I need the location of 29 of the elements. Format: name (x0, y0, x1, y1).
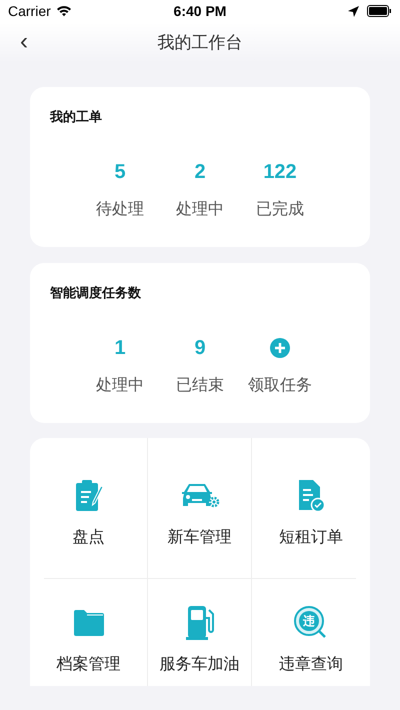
card-title: 我的工单 (50, 108, 103, 126)
document-check-icon (297, 480, 325, 512)
wifi-icon (56, 5, 72, 17)
car-gear-icon (180, 482, 220, 510)
tool-label: 违章查询 (279, 655, 343, 675)
tool-tile[interactable]: 短租订单 (252, 438, 370, 579)
tool-label: 盘点 (72, 528, 104, 548)
tool-label: 短租订单 (279, 528, 343, 548)
carrier-label: Carrier (8, 3, 51, 19)
stat-label: 处理中 (96, 376, 144, 396)
tool-label: 服务车加油 (160, 655, 240, 675)
add-icon[interactable] (270, 338, 290, 358)
clipboard-pen-icon (74, 480, 104, 512)
fuel-pump-icon (186, 606, 214, 640)
location-icon (348, 6, 360, 16)
stat-label: 已结束 (176, 376, 224, 396)
stat-label: 待处理 (96, 200, 144, 220)
stat-label: 领取任务 (248, 376, 312, 396)
tool-label: 新车管理 (168, 528, 232, 548)
tool-tile[interactable]: 违 违章查询 (252, 579, 370, 686)
folder-icon (74, 610, 104, 636)
stat-label: 处理中 (176, 200, 224, 220)
tool-label: 档案管理 (56, 655, 120, 675)
page-title: 我的工作台 (158, 32, 242, 54)
back-button[interactable]: ‹ (14, 28, 34, 56)
clock: 6:40 PM (174, 3, 226, 19)
card-title: 智能调度任务数 (50, 284, 142, 302)
stat-label: 已完成 (256, 200, 304, 220)
battery-icon (367, 5, 392, 17)
